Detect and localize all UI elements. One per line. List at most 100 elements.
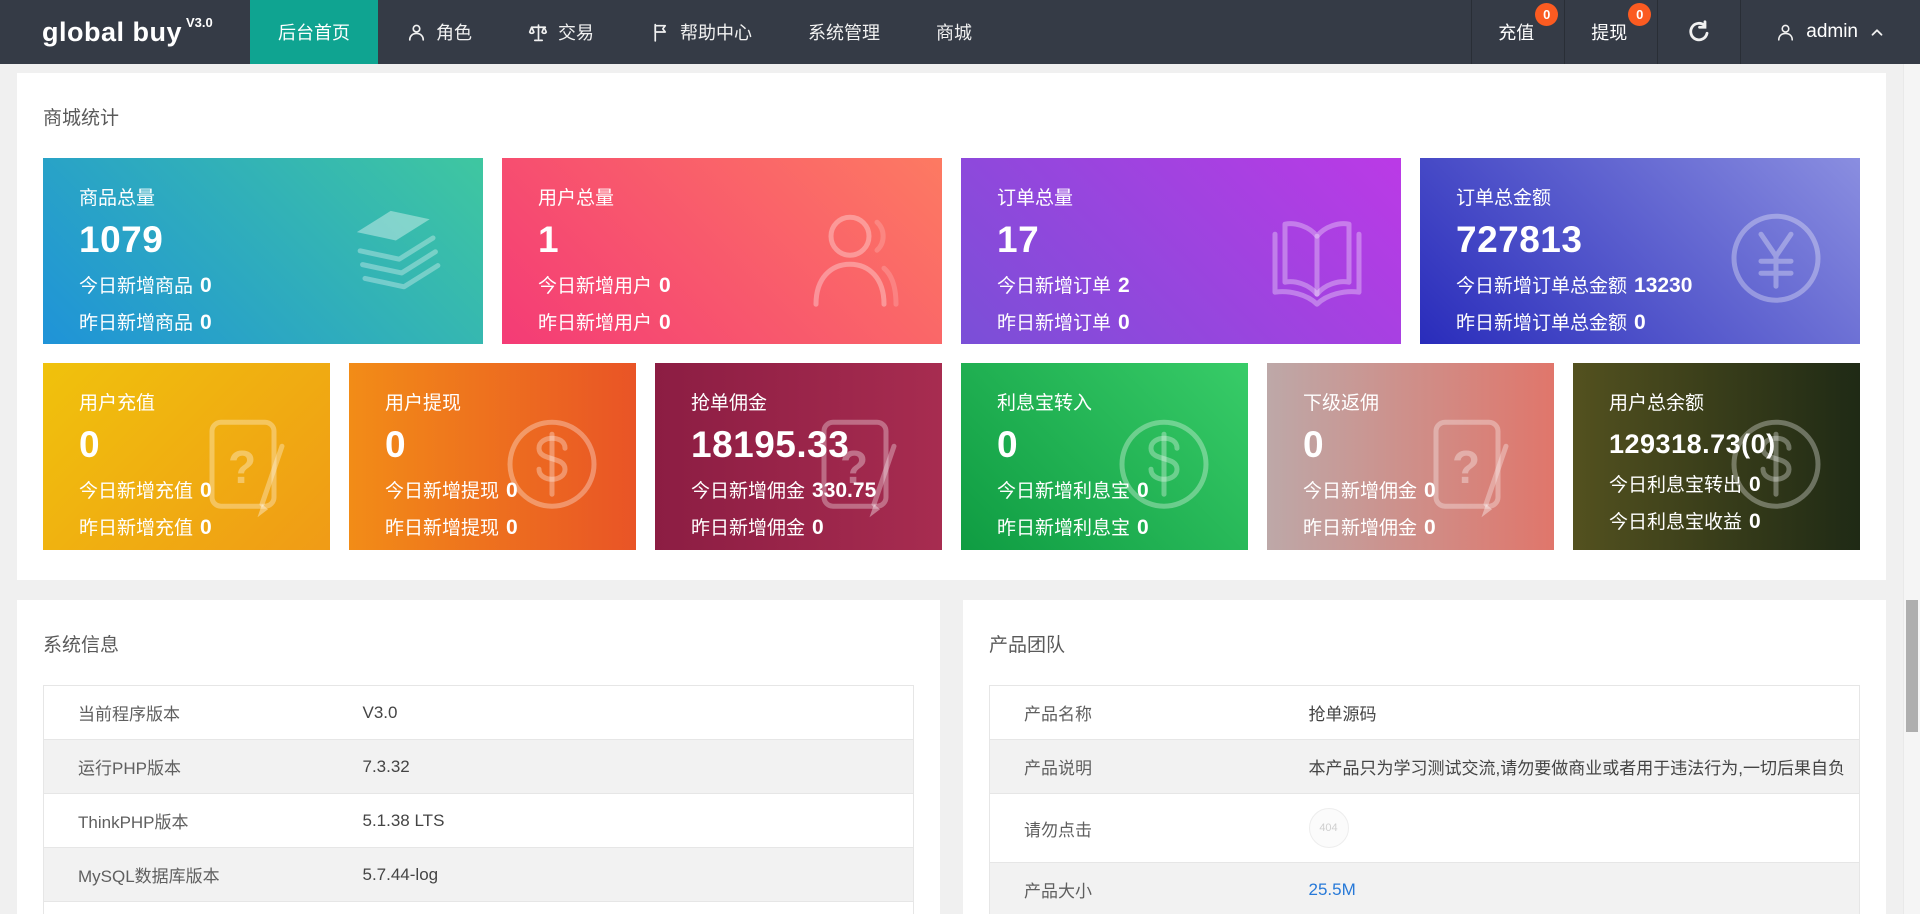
user-icon xyxy=(1775,22,1796,43)
nav-item-trade[interactable]: 交易 xyxy=(500,0,622,64)
stat-card-line-value: 0 xyxy=(200,311,212,334)
app-logo-text: global buy xyxy=(42,16,182,47)
stat-card-line-label: 今日新增提现 xyxy=(385,481,500,502)
stat-card-line: 昨日新增利息宝 0 xyxy=(997,513,1248,540)
stat-card-value: 1 xyxy=(538,219,560,260)
row-label: 产品说明 xyxy=(1024,759,1092,778)
stat-card-line-label: 今日新增充值 xyxy=(79,481,194,502)
navbar-actions: 充值 0 提现 0 xyxy=(1471,0,1657,64)
nav-item-system[interactable]: 系统管理 xyxy=(780,0,908,64)
table-row: 产品名称 抢单源码 xyxy=(989,686,1860,740)
stat-card-line-label: 昨日新增佣金 xyxy=(1303,518,1418,539)
recharge-button[interactable]: 充值 0 xyxy=(1471,0,1564,64)
stat-card-value: 727813 xyxy=(1456,219,1583,260)
stat-card-line: 今日新增佣金 330.75 xyxy=(691,476,942,503)
user-menu[interactable]: admin xyxy=(1740,0,1920,64)
recharge-badge: 0 xyxy=(1535,3,1559,26)
row-value: 本产品只为学习测试交流,请勿要做商业或者用于违法行为,一切后果自负 xyxy=(1275,740,1860,794)
stat-card-value: 1079 xyxy=(79,219,164,260)
stat-card-line-value: 0 xyxy=(1749,510,1761,533)
stat-card-line: 今日新增订单 2 xyxy=(997,271,1401,298)
stat-card-value: 0 xyxy=(385,424,407,465)
stat-card-line: 昨日新增订单总金额 0 xyxy=(1456,308,1860,335)
stats-cards-row-2: 用户充值 0 今日新增充值 0 昨日新增充值 0? 用户提现 0 今日新增提现 0 昨日新增提现 0 抢… xyxy=(43,363,1860,550)
stat-card-line-label: 昨日新增提现 xyxy=(385,518,500,539)
nav-item-label: 角色 xyxy=(436,23,472,43)
row-label: 服务器操作系统 xyxy=(44,902,329,914)
row-text: 5.7.44-log xyxy=(362,864,439,884)
row-label: 运行PHP版本 xyxy=(78,759,181,778)
stat-card-line-value: 0 xyxy=(1137,516,1149,539)
stat-card-user-recharge: 用户充值 0 今日新增充值 0 昨日新增充值 0? xyxy=(43,363,330,550)
stats-panel-title: 商城统计 xyxy=(43,108,120,129)
stat-card-value: 0 xyxy=(997,424,1019,465)
stat-card-line-label: 昨日新增充值 xyxy=(79,518,194,539)
scrollbar[interactable] xyxy=(1903,64,1920,914)
nav-item-label: 商城 xyxy=(936,23,972,43)
scale-icon xyxy=(528,22,549,43)
user-name: admin xyxy=(1806,21,1858,42)
stat-card-line-label: 昨日新增利息宝 xyxy=(997,518,1131,539)
nav-item-label: 后台首页 xyxy=(278,23,350,43)
main-content: 商城统计 商品总量 1079 今日新增商品 0 昨日新增商品 0 用户总量 1 今日新增用户 0 昨… xyxy=(0,64,1903,914)
nav-item-role[interactable]: 角色 xyxy=(378,0,500,64)
stat-card-value: 0 xyxy=(1303,424,1325,465)
table-row: 服务器操作系统Linux xyxy=(44,902,914,914)
stat-card-line-label: 今日新增订单总金额 xyxy=(1456,276,1628,297)
stat-card-users-total: 用户总量 1 今日新增用户 0 昨日新增用户 0 xyxy=(502,158,942,344)
stat-card-line-label: 今日新增用户 xyxy=(538,276,653,297)
row-text: 5.1.38 LTS xyxy=(362,810,445,830)
nav-item-home[interactable]: 后台首页 xyxy=(250,0,378,64)
chevron-up-icon xyxy=(1868,23,1886,41)
stat-card-user-balance: 用户总余额 129318.73(0) 今日利息宝转出 0 今日利息宝收益 0 xyxy=(1573,363,1860,550)
stat-card-title: 用户总余额 xyxy=(1609,393,1705,414)
stat-card-value: 129318.73(0) xyxy=(1609,429,1776,459)
person-icon xyxy=(406,22,427,43)
stat-card-title: 订单总金额 xyxy=(1456,188,1552,209)
stat-card-title: 用户总量 xyxy=(538,188,615,209)
stat-card-line-value: 0 xyxy=(1634,311,1646,334)
withdraw-button[interactable]: 提现 0 xyxy=(1564,0,1657,64)
stat-card-line-value: 0 xyxy=(200,274,212,297)
scrollbar-thumb[interactable] xyxy=(1906,600,1918,732)
stat-card-line-value: 0 xyxy=(1749,473,1761,496)
stat-card-goods-total: 商品总量 1079 今日新增商品 0 昨日新增商品 0 xyxy=(43,158,483,344)
stat-card-line-label: 今日利息宝收益 xyxy=(1609,512,1743,533)
stat-card-line-value: 0 xyxy=(812,516,824,539)
stat-card-line: 今日新增用户 0 xyxy=(538,271,942,298)
row-label: 当前程序版本 xyxy=(78,705,180,724)
stat-card-line-label: 今日新增订单 xyxy=(997,276,1112,297)
row-link[interactable]: 25.5M xyxy=(1309,880,1356,899)
row-label: MySQL数据库版本 xyxy=(78,867,220,886)
app-logo-version: V3.0 xyxy=(186,14,213,30)
stat-card-line-value: 2 xyxy=(1118,274,1130,297)
stat-card-line-value: 0 xyxy=(506,479,518,502)
stat-card-sub-rebate: 下级返佣 0 今日新增佣金 0 昨日新增佣金 0? xyxy=(1267,363,1554,550)
refresh-button[interactable] xyxy=(1657,0,1740,64)
stat-card-user-withdraw: 用户提现 0 今日新增提现 0 昨日新增提现 0 xyxy=(349,363,636,550)
stat-card-line: 今日新增商品 0 xyxy=(79,271,483,298)
stat-card-line-label: 昨日新增用户 xyxy=(538,313,653,334)
stat-card-line-label: 今日新增商品 xyxy=(79,276,194,297)
bottom-row: 系统信息 当前程序版本 V3.0 运行PHP版本 7.3.32 ThinkPHP版本 5.… xyxy=(17,600,1886,914)
nav-item-mall[interactable]: 商城 xyxy=(908,0,1000,64)
stat-card-line-value: 0 xyxy=(659,311,671,334)
row-label: 请勿点击 xyxy=(1024,820,1092,840)
stat-card-line: 今日新增佣金 0 xyxy=(1303,476,1554,503)
stat-card-title: 利息宝转入 xyxy=(997,393,1093,414)
stat-card-line: 昨日新增提现 0 xyxy=(385,513,636,540)
nav-item-help[interactable]: 帮助中心 xyxy=(622,0,780,64)
broken-image-404: 404 xyxy=(1308,808,1349,848)
row-text: 7.3.32 xyxy=(362,756,410,776)
stat-card-grab-commission: 抢单佣金 18195.33 今日新增佣金 330.75 昨日新增佣金 0? xyxy=(655,363,942,550)
app-logo[interactable]: global buy V3.0 xyxy=(0,0,250,64)
stat-card-title: 用户提现 xyxy=(385,393,462,414)
row-value: Linux xyxy=(329,902,914,914)
stat-card-line-label: 昨日新增佣金 xyxy=(691,518,806,539)
stat-card-value: 17 xyxy=(997,219,1040,260)
stat-card-line-label: 今日利息宝转出 xyxy=(1609,475,1743,496)
stats-cards-row-1: 商品总量 1079 今日新增商品 0 昨日新增商品 0 用户总量 1 今日新增用户 0 昨日新增用户… xyxy=(43,158,1860,344)
stat-card-line: 昨日新增佣金 0 xyxy=(691,513,942,540)
row-label: ThinkPHP版本 xyxy=(78,813,189,832)
table-row: 产品说明 本产品只为学习测试交流,请勿要做商业或者用于违法行为,一切后果自负 xyxy=(989,739,1860,794)
